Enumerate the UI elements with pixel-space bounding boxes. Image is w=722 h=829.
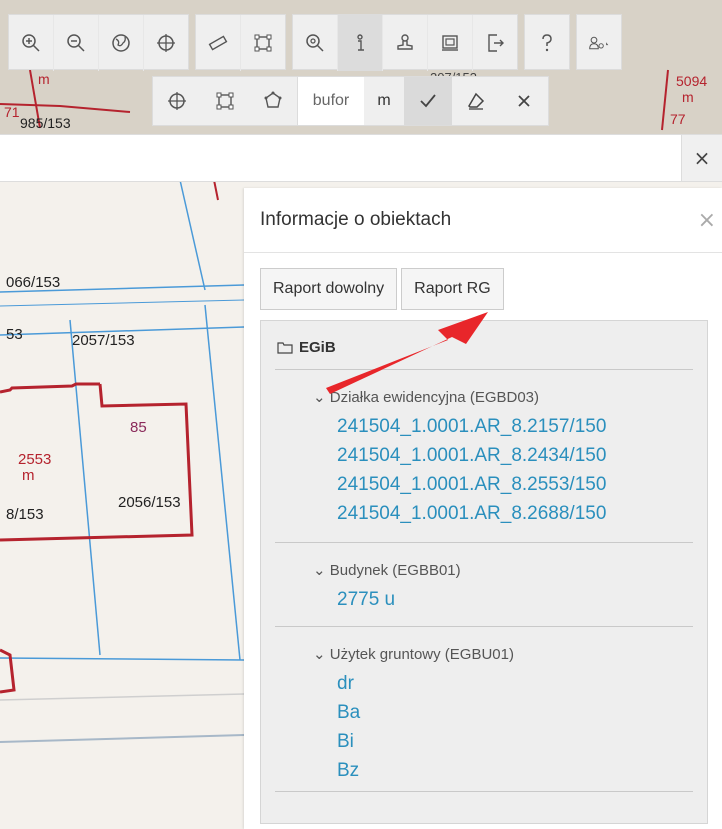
zoom-tool-group	[8, 14, 189, 71]
info-tool-group	[292, 14, 518, 71]
folder-icon	[277, 342, 293, 354]
map-label: 5094	[676, 73, 707, 89]
search-clear-icon[interactable]: ×	[681, 135, 722, 181]
parcel-link[interactable]: 241504_1.0001.AR_8.2553/150	[337, 470, 693, 499]
parcel-link[interactable]: 241504_1.0001.AR_8.2157/150	[337, 412, 693, 441]
user-settings-icon[interactable]	[577, 15, 621, 71]
section-budynek: ⌄ Budynek (EGBB01) 2775 u	[275, 542, 693, 614]
close-icon[interactable]: ×	[698, 208, 716, 233]
map-label: 53	[6, 326, 23, 343]
map-label: 2056/153	[118, 494, 181, 511]
crosshair-icon[interactable]	[153, 77, 201, 125]
land-use-link[interactable]: Bi	[337, 727, 693, 756]
chevron-down-icon: ⌄	[313, 389, 330, 406]
building-link[interactable]: 2775 u	[337, 585, 693, 614]
map-label: 066/153	[6, 274, 60, 291]
results-tree: EGiB ⌄ Działka ewidencyjna (EGBD03) 2415…	[260, 320, 708, 824]
land-use-link[interactable]: dr	[337, 669, 693, 698]
main-toolbar	[8, 14, 628, 71]
selection-sub-toolbar: bufor m	[152, 76, 549, 126]
map-label: m	[682, 89, 694, 105]
check-icon[interactable]	[404, 77, 452, 125]
map-label: 77	[670, 111, 686, 127]
section-dzialka: ⌄ Działka ewidencyjna (EGBD03) 241504_1.…	[275, 369, 693, 528]
map-label: 985/153	[20, 115, 71, 131]
user-tool-group	[576, 14, 622, 70]
map-label: m	[22, 467, 35, 484]
section-uzytek: ⌄ Użytek gruntowy (EGBU01) dr Ba Bi Bz	[275, 626, 693, 785]
polygon-select-icon[interactable]	[249, 77, 297, 125]
land-use-link[interactable]: Bz	[337, 756, 693, 785]
egib-folder[interactable]: EGiB	[277, 339, 336, 356]
parcel-link[interactable]: 241504_1.0001.AR_8.2434/150	[337, 441, 693, 470]
info-icon[interactable]	[338, 15, 383, 71]
map-label: 85	[130, 419, 147, 436]
chevron-down-icon: ⌄	[313, 646, 330, 663]
layers-icon[interactable]	[428, 15, 473, 71]
help-tool-group	[524, 14, 570, 70]
map-label: 2553	[18, 451, 51, 468]
section-title[interactable]: ⌄ Działka ewidencyjna (EGBD03)	[313, 388, 693, 406]
zoom-in-icon[interactable]	[9, 15, 54, 71]
chevron-down-icon: ⌄	[313, 562, 330, 579]
raport-dowolny-button[interactable]: Raport dowolny	[260, 268, 398, 310]
select-area-icon[interactable]	[201, 77, 249, 125]
section-title[interactable]: ⌄ Budynek (EGBB01)	[313, 561, 693, 579]
bufor-placeholder: bufor	[312, 92, 350, 109]
search-input[interactable]: ×	[0, 134, 722, 182]
help-icon[interactable]	[525, 15, 569, 71]
parcel-link[interactable]: 241504_1.0001.AR_8.2688/150	[337, 499, 693, 528]
crosshair-icon[interactable]	[144, 15, 188, 71]
egib-label: EGiB	[299, 339, 336, 356]
section-divider	[275, 791, 693, 792]
stamp-icon[interactable]	[383, 15, 428, 71]
land-use-link[interactable]: Ba	[337, 698, 693, 727]
map-label: 2057/153	[72, 332, 135, 349]
ruler-icon[interactable]	[196, 15, 241, 71]
object-info-panel: Informacje o obiektach × Raport dowolny …	[244, 188, 722, 829]
section-title[interactable]: ⌄ Użytek gruntowy (EGBU01)	[313, 645, 693, 663]
measure-tool-group	[195, 14, 286, 71]
eraser-icon[interactable]	[452, 77, 500, 125]
map-label: 8/153	[6, 506, 44, 523]
unit-label: m	[377, 92, 391, 109]
panel-title: Informacje o obiektach	[244, 188, 722, 253]
close-icon[interactable]	[500, 77, 548, 125]
bufor-input[interactable]: bufor	[297, 77, 364, 125]
zoom-search-icon[interactable]	[293, 15, 338, 71]
report-buttons: Raport dowolny Raport RG	[260, 268, 504, 310]
select-area-icon[interactable]	[241, 15, 285, 71]
map-label: m	[38, 71, 50, 87]
export-icon[interactable]	[473, 15, 517, 71]
globe-icon[interactable]	[99, 15, 144, 71]
zoom-out-icon[interactable]	[54, 15, 99, 71]
raport-rg-button[interactable]: Raport RG	[401, 268, 504, 310]
map-label: 71	[4, 104, 20, 120]
